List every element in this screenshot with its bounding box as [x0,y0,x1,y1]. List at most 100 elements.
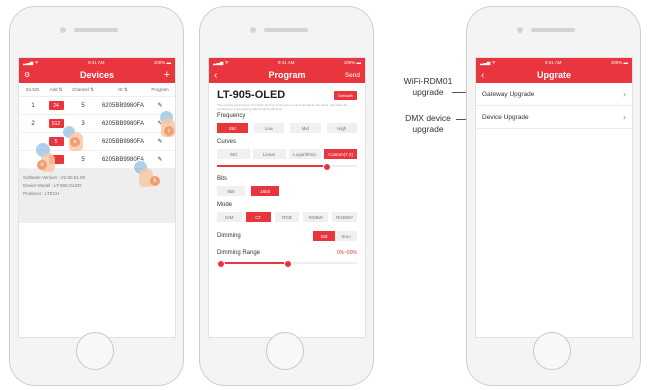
send-button[interactable]: Send [345,72,360,79]
back-icon[interactable]: ‹ [481,70,484,81]
back-icon[interactable]: ‹ [214,70,217,81]
battery-indicator: 100% ▬ [153,60,171,65]
signal-icon: ▂▃▅ ᯤ [480,59,496,65]
battery-indicator: 100% ▬ [610,60,628,65]
bits-16bit[interactable]: 16bit [251,186,279,196]
address-box[interactable]: 512 [48,119,64,128]
phone-devices: ▂▃▅ ᯤ 9:41 AM 100% ▬ ⚙ Devices + Sn.NO. … [9,6,184,386]
dmx-upgrade-callout: DMX device upgrade [405,113,451,134]
status-bar: ▂▃▅ ᯤ 9:41 AM 100% ▬ [19,58,175,67]
upgrade-titlebar: ‹ Upgrate [476,67,632,83]
dimming-smo[interactable]: Smo [335,231,357,241]
home-button[interactable] [76,332,114,370]
dimming-range-label: Dimming Range [217,250,261,256]
curves-std[interactable]: Std [217,149,250,159]
status-bar: ▂▃▅ ᯤ 9:41 AM 100% ▬ [476,58,632,67]
col-add[interactable]: Add ⇅ [43,87,69,93]
defaults-button[interactable]: Defaults [334,90,357,100]
dimming-label: Dimming [217,233,241,239]
channel-value: 5 [81,156,85,163]
curves-custom[interactable]: Custom(7.2) [324,149,357,159]
gateway-upgrade-item[interactable]: Gateway Upgrade › [476,83,632,106]
step-marker: d [37,160,47,170]
address-box[interactable]: 24 [48,101,64,110]
status-time: 9:41 AM [87,60,105,65]
frequency-mid[interactable]: Mid [290,123,321,133]
speaker [531,28,575,32]
program-titlebar: ‹ Program Send [209,67,365,83]
edit-icon[interactable]: ✎ [149,102,171,109]
dimming-row: Dimming Std Smo [209,231,365,241]
upgrade-screen: ▂▃▅ ᯤ 9:41 AM 100% ▬ ‹ Upgrate Gateway U… [475,57,633,338]
mode-options: DIM CT RGB RGBW RGBWY [209,208,365,222]
frequency-low[interactable]: Low [253,123,284,133]
camera [517,27,523,33]
device-upgrade-item[interactable]: Device Upgrade › [476,106,632,129]
device-upgrade-label: Device Upgrade [482,113,529,121]
mode-rgbw[interactable]: RGBW [303,212,329,222]
mode-ct[interactable]: CT [245,212,271,222]
speaker [264,28,308,32]
col-sn: Sn.NO. [25,87,41,92]
mode-rgbwy[interactable]: RGBWY [332,212,357,222]
bits-options: 8bit 16bit [209,182,365,196]
channel-value: 5 [81,102,85,109]
col-program: Program [151,87,169,92]
status-bar: ▂▃▅ ᯤ 9:41 AM 100% ▬ [209,58,365,67]
table-row[interactable]: 2 512 3 6205BB9980FA ✎ [19,115,175,133]
chevron-right-icon: › [623,112,626,122]
step-marker: a [70,137,80,147]
edit-icon[interactable]: ✎ [149,156,171,163]
dimming-range-slider[interactable] [217,260,357,268]
consistency-note: The working parameters of multiple devic… [217,103,348,111]
camera [250,27,256,33]
signal-icon: ▂▃▅ ᯤ [23,59,39,65]
frequency-options: Std Low Mid High [209,119,365,133]
curves-slider[interactable] [217,163,357,171]
device-model-title: LT-905-OLED [217,89,286,101]
dimming-std[interactable]: Std [313,231,335,241]
table-row[interactable]: 1 24 5 6205BB9980FA ✎ [19,97,175,115]
chevron-right-icon: › [623,89,626,99]
dimming-range-value: 0%~50% [336,250,357,256]
mode-dim[interactable]: DIM [217,212,242,222]
curves-options: Std Linear Logarithmic Custom(7.2) [209,145,365,159]
frequency-high[interactable]: High [326,123,357,133]
gear-icon[interactable]: ⚙ [24,71,30,79]
home-button[interactable] [533,332,571,370]
slider-knob[interactable] [323,163,332,171]
step-marker: c [164,126,174,136]
device-id: 6205BB9980FA [101,102,145,109]
page-title: Program [268,70,306,80]
range-end-knob[interactable] [284,260,293,268]
bits-8bit[interactable]: 8bit [217,186,245,196]
curves-linear[interactable]: Linear [252,149,286,159]
signal-icon: ▂▃▅ ᯤ [213,59,229,65]
gateway-upgrade-label: Gateway Upgrade [482,90,535,98]
devices-titlebar: ⚙ Devices + [19,67,175,83]
device-id: 6205BB9980FA [101,120,145,127]
home-button[interactable] [266,332,304,370]
dimming-range-row: Dimming Range 0%~50% [209,250,365,256]
address-box[interactable]: 5 [48,137,64,146]
page-title: Devices [79,70,115,80]
producer: Producer : LTECH [23,191,60,196]
wifi-upgrade-callout: WiFi-RDM01 upgrade [403,76,453,97]
program-header: LT-905-OLED Defaults The working paramet… [209,83,365,111]
frequency-std[interactable]: Std [217,123,248,133]
devices-screen: ▂▃▅ ᯤ 9:41 AM 100% ▬ ⚙ Devices + Sn.NO. … [18,57,176,338]
col-channel[interactable]: Channel ⇅ [69,87,97,93]
curves-logarithmic[interactable]: Logarithmic [288,149,322,159]
table-header: Sn.NO. Add ⇅ Channel ⇅ ID ⇅ Program [19,83,175,97]
add-icon[interactable]: + [164,69,170,81]
phone-upgrade: ▂▃▅ ᯤ 9:41 AM 100% ▬ ‹ Upgrate Gateway U… [466,6,641,386]
page-title: Upgrate [536,70,571,80]
mode-rgb[interactable]: RGB [274,212,300,222]
edit-icon[interactable]: ✎ [149,138,171,145]
step-marker: b [150,176,160,186]
row-number: 1 [31,102,35,109]
col-id[interactable]: ID ⇅ [97,87,149,93]
range-start-knob[interactable] [217,260,225,268]
status-time: 9:41 AM [544,60,562,65]
row-number: 2 [31,120,35,127]
